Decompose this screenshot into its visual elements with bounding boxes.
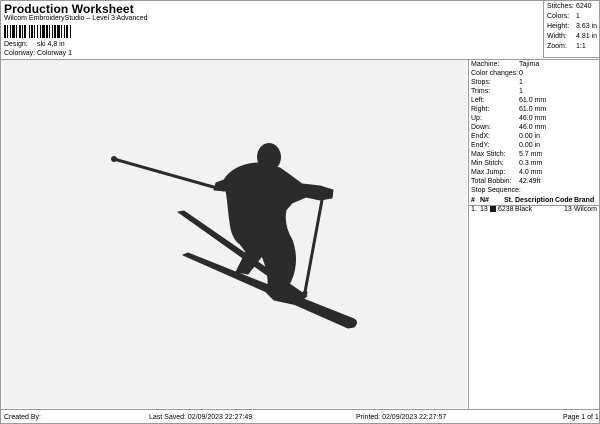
info-value: 1 [519, 88, 523, 95]
stat-value: 1:1 [576, 43, 586, 50]
column-header: Description [515, 197, 554, 204]
info-label: EndY: [471, 142, 490, 149]
info-row: Max Jump: 4.0 mm [471, 169, 542, 176]
design-preview [2, 60, 467, 408]
stat-value: 4.81 in [576, 33, 598, 40]
row-needle: 13 [480, 206, 488, 213]
info-row: Up: 46.0 mm [471, 115, 546, 122]
row-description: Black [515, 206, 533, 213]
colorway-row: Colorway: Colorway 1 [4, 50, 72, 57]
info-value: 61.0 mm [519, 106, 547, 113]
stat-value: 1 [576, 13, 580, 20]
skier-silhouette-icon [111, 143, 357, 329]
info-label: Left: [471, 97, 485, 104]
info-value: 61.0 mm [519, 97, 547, 104]
info-value: 0.00 in [519, 142, 541, 149]
info-label: Max Stitch: [471, 151, 506, 158]
colorway-label: Colorway: [4, 50, 36, 57]
stat-label: Stitches: [547, 3, 574, 10]
design-stats: Stitches: 6240 Colors: 1 Height: 3.63 in Wi… [543, 0, 600, 58]
color-swatch [490, 206, 496, 214]
info-value: 0.00 in [519, 133, 541, 140]
info-row: Min Stitch: 0.3 mm [471, 160, 542, 167]
design-label: Design: [4, 41, 28, 48]
design-row: Design: ski 4,8 in [4, 41, 65, 48]
design-value: ski 4,8 in [37, 41, 65, 48]
page-footer: Created By: Last Saved: 02/09/2023 22:27… [0, 409, 600, 424]
info-row: Max Stitch: 5.7 mm [471, 151, 542, 158]
info-row: EndX: 0.00 in [471, 133, 540, 140]
stat-width: Width: 4.81 in [547, 33, 597, 40]
stat-height: Height: 3.63 in [547, 23, 597, 30]
page-number: Page 1 of 1 [563, 414, 599, 421]
row-brand: Wilcom [574, 206, 597, 213]
barcode [4, 25, 89, 38]
column-header: St. [504, 197, 513, 204]
stat-stitches: Stitches: 6240 [547, 3, 592, 10]
info-value: 42.49ft [519, 178, 541, 185]
info-label: Color changes: [471, 70, 519, 77]
column-header: Brand [574, 197, 595, 204]
stat-label: Width: [547, 33, 567, 40]
info-label: Up: [471, 115, 482, 122]
info-label: Max Jump: [471, 169, 506, 176]
stat-label: Height: [547, 23, 570, 30]
info-label: Min Stitch: [471, 160, 504, 167]
info-value: 0.3 mm [519, 160, 543, 167]
info-row: Trims: 1 [471, 88, 523, 95]
info-label: Stops: [471, 79, 491, 86]
info-value: 46.0 mm [519, 115, 547, 122]
stat-colors: Colors: 1 [547, 13, 580, 20]
info-label: Trims: [471, 88, 491, 95]
info-value: 4.0 mm [519, 169, 543, 176]
page-title: Production Worksheet [4, 2, 134, 16]
info-value: Tajima [519, 61, 540, 68]
info-value: 5.7 mm [519, 151, 543, 158]
stat-label: Zoom: [547, 43, 567, 50]
software-subtitle: Wilcom EmbroideryStudio – Level 3 Advanc… [4, 15, 148, 22]
info-label: Right: [471, 106, 490, 113]
info-value: 46.0 mm [519, 124, 547, 131]
info-row: Total Bobbin: 42.49ft [471, 178, 540, 185]
info-row: Left: 61.0 mm [471, 97, 546, 104]
info-value: 1 [519, 79, 523, 86]
info-row: Right: 61.0 mm [471, 106, 546, 113]
info-value: 0 [519, 70, 523, 77]
column-header: # [471, 197, 475, 204]
info-label: EndX: [471, 133, 491, 140]
created-by: Created By: [4, 414, 41, 421]
info-row: EndY: 0.00 in [471, 142, 540, 149]
info-label: Machine: [471, 61, 500, 68]
last-saved: Last Saved: 02/09/2023 22:27:49 [149, 414, 253, 421]
stop-sequence-title: Stop Sequence: [471, 187, 521, 194]
info-row: Stops: 1 [471, 79, 523, 86]
info-row: Down: 46.0 mm [471, 124, 546, 131]
stat-zoom: Zoom: 1:1 [547, 43, 586, 50]
printed-date: Printed: 02/09/2023 22:27:57 [356, 414, 447, 421]
row-stitches: 6238 [498, 206, 514, 213]
info-label: Total Bobbin: [471, 178, 512, 185]
colorway-value: Colorway 1 [37, 50, 73, 57]
machine-info-panel: Machine: Tajima Color changes:0 Stops: 1 T… [468, 59, 600, 409]
row-code: 13 [564, 206, 572, 213]
info-label: Down: [471, 124, 491, 131]
row-index: 1. [471, 206, 477, 213]
info-row: Machine: Tajima [471, 61, 539, 68]
column-header: Code [555, 197, 573, 204]
stat-value: 6240 [576, 3, 592, 10]
info-row: Color changes:0 [471, 70, 523, 77]
column-header: N# [480, 197, 489, 204]
stat-label: Colors: [547, 13, 570, 20]
stat-value: 3.63 in [576, 23, 598, 30]
